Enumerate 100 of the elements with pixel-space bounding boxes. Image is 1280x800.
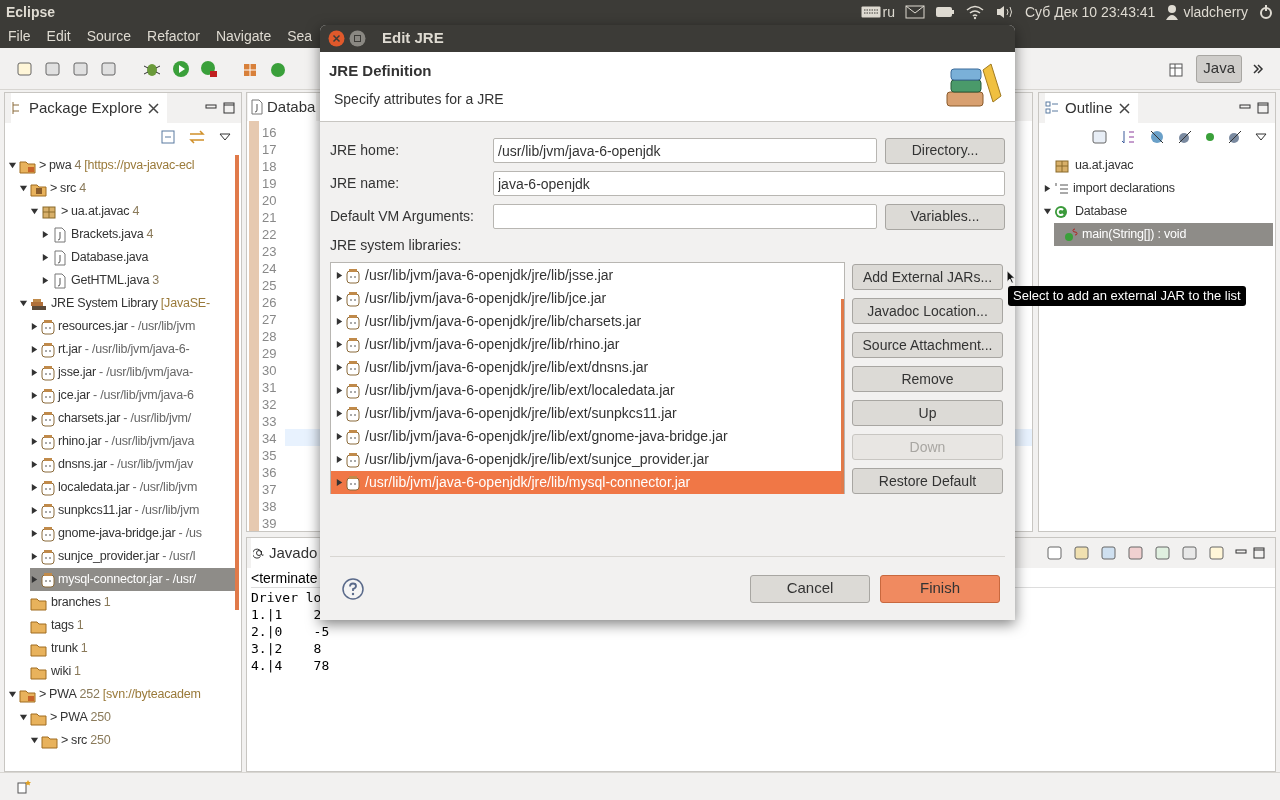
item-name: charsets.jar <box>58 410 121 428</box>
item-name: src <box>60 180 77 198</box>
section-label: JRE system libraries: <box>330 236 463 255</box>
library-row[interactable]: /usr/lib/jvm/java-6-openjdk/jre/lib/ext/localedata.jar <box>331 379 844 402</box>
item-detail: - /usr/lib/jvm <box>130 318 196 336</box>
tree-item[interactable]: wiki 1 <box>19 660 235 683</box>
action-button[interactable]: Add External JARs... <box>852 264 1003 290</box>
console-line: 4.|4 78 <box>251 657 330 673</box>
item-name: PWA <box>49 686 77 704</box>
field-label: JRE home: <box>330 141 401 160</box>
svn-marker: > <box>39 686 47 704</box>
action-button[interactable]: Up <box>852 400 1003 426</box>
tree-item[interactable]: charsets.jar - /usr/lib/jvm/ <box>30 407 235 430</box>
library-row[interactable]: /usr/lib/jvm/java-6-openjdk/jre/lib/ext/dnsns.jar <box>331 356 844 379</box>
console-tab[interactable]: Javado <box>251 538 320 568</box>
app-title: Eclipse <box>6 2 56 22</box>
library-row[interactable]: /usr/lib/jvm/java-6-openjdk/jre/lib/charsets.jar <box>331 310 844 333</box>
browse-button[interactable]: Directory... <box>885 137 1005 164</box>
tree-item[interactable]: gnome-java-bridge.jar - /us <box>30 522 235 545</box>
item-detail: - /usr/lib/jvm/java- <box>99 364 193 382</box>
tree-item[interactable]: > src 4 <box>19 177 235 200</box>
view-tab[interactable]: Outline <box>1045 93 1138 123</box>
item-count: 1 <box>80 640 88 658</box>
tree-item[interactable]: Database <box>1043 200 1273 223</box>
library-row[interactable]: /usr/lib/jvm/java-6-openjdk/jre/lib/jsse.jar <box>331 264 844 287</box>
dialog-button[interactable]: Cancel <box>750 574 870 603</box>
action-button[interactable]: Restore Default <box>852 468 1003 494</box>
action-button[interactable]: Remove <box>852 366 1003 392</box>
perspective-button[interactable]: Java <box>1196 54 1242 83</box>
tree-item[interactable]: sunjce_provider.jar - /usr/l <box>30 545 235 568</box>
tree-item[interactable]: rhino.jar - /usr/lib/jvm/java <box>30 430 235 453</box>
item-count: 4 <box>79 180 86 198</box>
svn-marker: > <box>50 709 58 727</box>
console-line: 1.|1 2 <box>251 606 322 622</box>
item-name: localedata.jar <box>58 479 130 497</box>
library-row[interactable]: /usr/lib/jvm/java-6-openjdk/jre/lib/jce.jar <box>331 287 844 310</box>
item-detail: - /usr/lib/jvm <box>132 479 198 497</box>
browse-button[interactable]: Variables... <box>885 203 1005 230</box>
tree-item[interactable]: Database.java <box>41 246 235 269</box>
tree-item[interactable]: > pwa 4 [https://pva-javac-ecl <box>8 154 235 177</box>
dialog-button[interactable]: Finish <box>880 574 1000 603</box>
library-row[interactable]: /usr/lib/jvm/java-6-openjdk/jre/lib/ext/gnome-java-bridge.jar <box>331 425 844 448</box>
library-path: /usr/lib/jvm/java-6-openjdk/jre/lib/mysql-connector.jar <box>365 473 691 492</box>
menu-item[interactable]: Source <box>86 25 132 47</box>
item-detail: [https://pva-javac-ecl <box>84 157 195 175</box>
text-field[interactable]: java-6-openjdk <box>493 171 1005 196</box>
tree-item[interactable]: jsse.jar - /usr/lib/jvm/java- <box>30 361 235 384</box>
editor-tab[interactable]: Databa <box>248 93 317 121</box>
item-name: ua.at.javac <box>71 203 130 221</box>
menu-item[interactable]: Refactor <box>147 25 200 47</box>
tree-item[interactable]: Brackets.java 4 <box>41 223 235 246</box>
item-detail: - /usr/lib/jvm/java-6- <box>84 341 190 359</box>
user-name[interactable]: vladcherry <box>1183 1 1248 23</box>
tree-item[interactable]: GetHTML.java 3 <box>41 269 235 292</box>
tree-item[interactable]: JRE System Library [JavaSE- <box>19 292 235 315</box>
text-field[interactable]: /usr/lib/jvm/java-6-openjdk <box>493 138 877 163</box>
tree-item[interactable]: branches 1 <box>19 591 235 614</box>
item-name: dnsns.jar <box>58 456 107 474</box>
svn-marker: > <box>61 203 69 221</box>
action-button[interactable]: Source Attachment... <box>852 332 1003 358</box>
library-row[interactable]: /usr/lib/jvm/java-6-openjdk/jre/lib/rhino.jar <box>331 333 844 356</box>
clock[interactable]: Суб Дек 10 23:43:41 <box>1025 1 1156 23</box>
tree-item[interactable]: > src 250 <box>30 729 235 752</box>
item-count: 3 <box>152 272 159 290</box>
item-name: tags <box>51 617 74 635</box>
item-name: rhino.jar <box>58 433 102 451</box>
library-row[interactable]: /usr/lib/jvm/java-6-openjdk/jre/lib/ext/sunjce_provider.jar <box>331 448 844 471</box>
item-detail: - /usr/lib/jvm/jav <box>109 456 194 474</box>
tree-item[interactable]: trunk 1 <box>19 637 235 660</box>
field-label: JRE name: <box>330 174 401 193</box>
action-button[interactable]: Javadoc Location... <box>852 298 1003 324</box>
item-name: trunk <box>51 640 78 658</box>
view-tab[interactable]: Package Explore <box>11 93 168 123</box>
menu-item[interactable]: Navigate <box>215 25 272 47</box>
menu-item[interactable]: Sea <box>287 25 313 47</box>
line-number: 34 <box>259 429 285 446</box>
item-name: sunpkcs11.jar <box>58 502 132 520</box>
tree-item[interactable]: ua.at.javac <box>1043 154 1273 177</box>
menu-item[interactable]: Edit <box>46 25 71 47</box>
tree-item[interactable]: > PWA 250 <box>19 706 235 729</box>
tree-item[interactable]: localedata.jar - /usr/lib/jvm <box>30 476 235 499</box>
tree-item[interactable]: import declarations <box>1043 177 1273 200</box>
item-name: jsse.jar <box>58 364 96 382</box>
item-count: 252 <box>79 686 100 704</box>
menu-item[interactable]: File <box>8 25 31 47</box>
item-detail: - /usr/ <box>165 571 197 589</box>
tree-item[interactable]: tags 1 <box>19 614 235 637</box>
tree-item[interactable]: rt.jar - /usr/lib/jvm/java-6- <box>30 338 235 361</box>
tree-item[interactable]: dnsns.jar - /usr/lib/jvm/jav <box>30 453 235 476</box>
field-label: Default VM Arguments: <box>330 207 475 226</box>
tree-item[interactable]: > ua.at.javac 4 <box>30 200 235 223</box>
item-name: mysql-connector.jar <box>58 571 163 589</box>
tree-item[interactable]: sunpkcs11.jar - /usr/lib/jvm <box>30 499 235 522</box>
item-name: main(String[]) : void <box>1082 226 1187 244</box>
tree-item[interactable]: resources.jar - /usr/lib/jvm <box>30 315 235 338</box>
keyboard-layout[interactable]: ru <box>882 1 895 23</box>
library-row[interactable]: /usr/lib/jvm/java-6-openjdk/jre/lib/ext/sunpkcs11.jar <box>331 402 844 425</box>
tree-item[interactable]: > PWA 252 [svn://byteacadem <box>8 683 235 706</box>
tree-item[interactable]: jce.jar - /usr/lib/jvm/java-6 <box>30 384 235 407</box>
item-name: resources.jar <box>58 318 128 336</box>
